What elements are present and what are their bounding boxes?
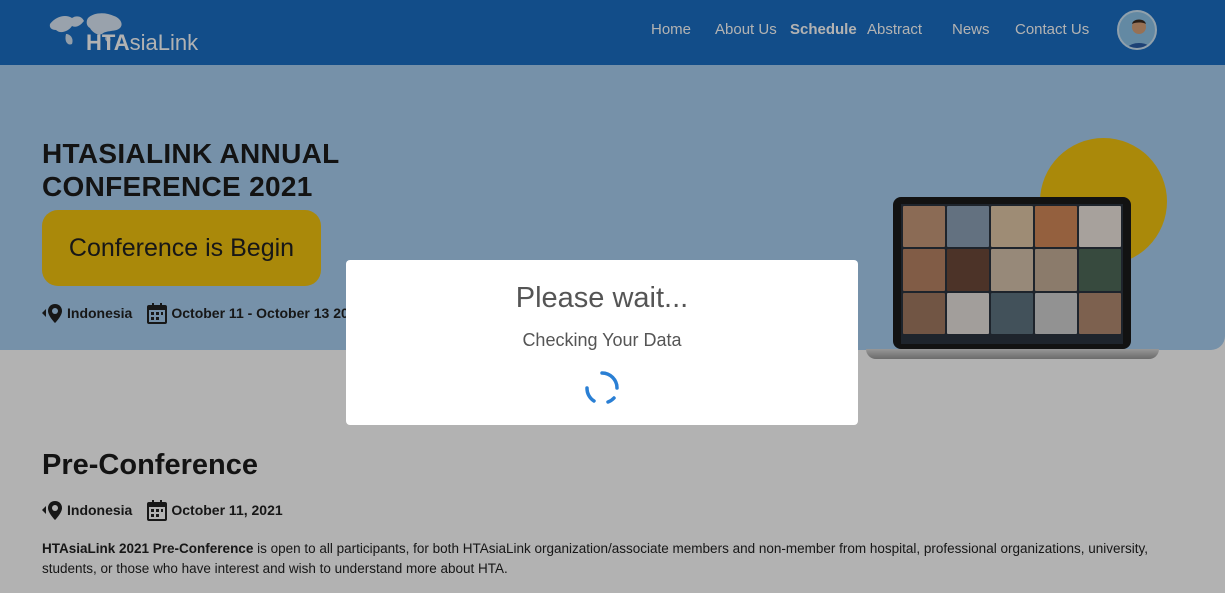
dialog-subtitle: Checking Your Data xyxy=(522,330,682,350)
loading-spinner-icon xyxy=(585,371,619,404)
dialog-title: Please wait... xyxy=(515,282,689,314)
loading-dialog: Please wait... Checking Your Data xyxy=(346,260,858,425)
